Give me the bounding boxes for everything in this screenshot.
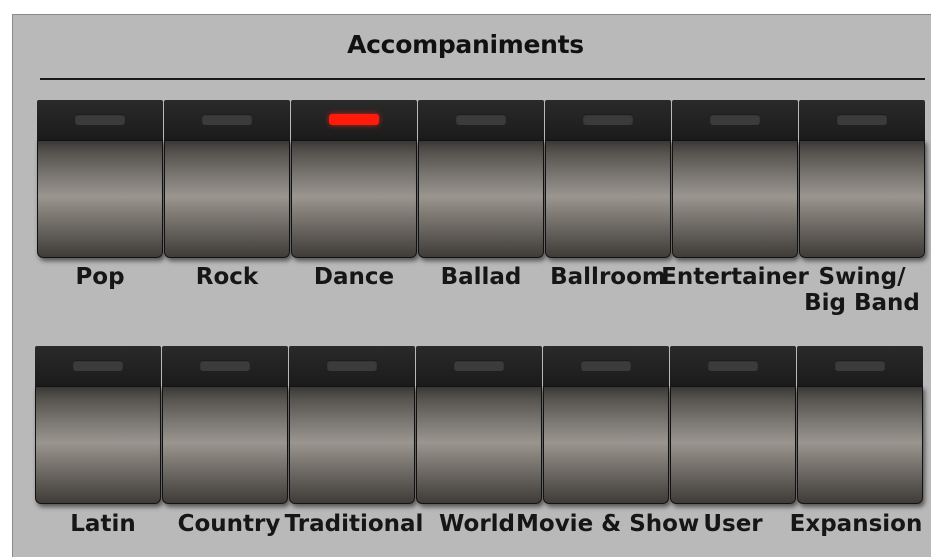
dance-label: Dance <box>313 264 395 290</box>
swing-label: Swing/ <box>818 264 906 290</box>
led-indicator <box>835 360 885 371</box>
ballroom-label: Ballroom <box>550 264 666 290</box>
button-top <box>797 346 923 386</box>
button-face[interactable] <box>291 140 417 258</box>
button-top <box>35 346 161 386</box>
button-face[interactable] <box>543 386 669 504</box>
button-top <box>670 346 796 386</box>
button-face[interactable] <box>672 140 798 258</box>
movie-show-label: Movie & Show <box>516 511 700 537</box>
button-top <box>162 346 288 386</box>
button-face[interactable] <box>799 140 925 258</box>
led-indicator <box>73 360 123 371</box>
button-face[interactable] <box>797 386 923 504</box>
button-face[interactable] <box>35 386 161 504</box>
panel-title: Accompaniments <box>347 30 584 59</box>
rock-label: Rock <box>195 264 259 290</box>
button-face[interactable] <box>416 386 542 504</box>
led-indicator <box>581 360 631 371</box>
title-divider <box>40 78 925 80</box>
button-top <box>416 346 542 386</box>
led-indicator-active <box>329 114 379 125</box>
entertainer-label: Entertainer <box>661 264 809 290</box>
button-face[interactable] <box>289 386 415 504</box>
led-indicator <box>75 114 125 125</box>
led-indicator <box>583 114 633 125</box>
button-face[interactable] <box>545 140 671 258</box>
led-indicator <box>200 360 250 371</box>
user-label: User <box>703 511 763 537</box>
latin-label: Latin <box>70 511 136 537</box>
led-indicator <box>708 360 758 371</box>
led-indicator <box>327 360 377 371</box>
button-top <box>799 100 925 140</box>
button-top <box>543 346 669 386</box>
button-face[interactable] <box>418 140 544 258</box>
traditional-label: Traditional <box>284 511 424 537</box>
pop-label: Pop <box>75 264 125 290</box>
country-label: Country <box>177 511 281 537</box>
led-indicator <box>202 114 252 125</box>
led-indicator <box>710 114 760 125</box>
button-top <box>418 100 544 140</box>
big-band-label: Big Band <box>804 290 920 316</box>
button-face[interactable] <box>670 386 796 504</box>
button-face[interactable] <box>162 386 288 504</box>
button-top <box>289 346 415 386</box>
button-top <box>164 100 290 140</box>
led-indicator <box>837 114 887 125</box>
button-face[interactable] <box>37 140 163 258</box>
expansion-label: Expansion <box>789 511 923 537</box>
led-indicator <box>454 360 504 371</box>
led-indicator <box>456 114 506 125</box>
button-top <box>672 100 798 140</box>
button-face[interactable] <box>164 140 290 258</box>
button-top <box>545 100 671 140</box>
ballad-label: Ballad <box>440 264 522 290</box>
button-top <box>37 100 163 140</box>
button-top <box>291 100 417 140</box>
